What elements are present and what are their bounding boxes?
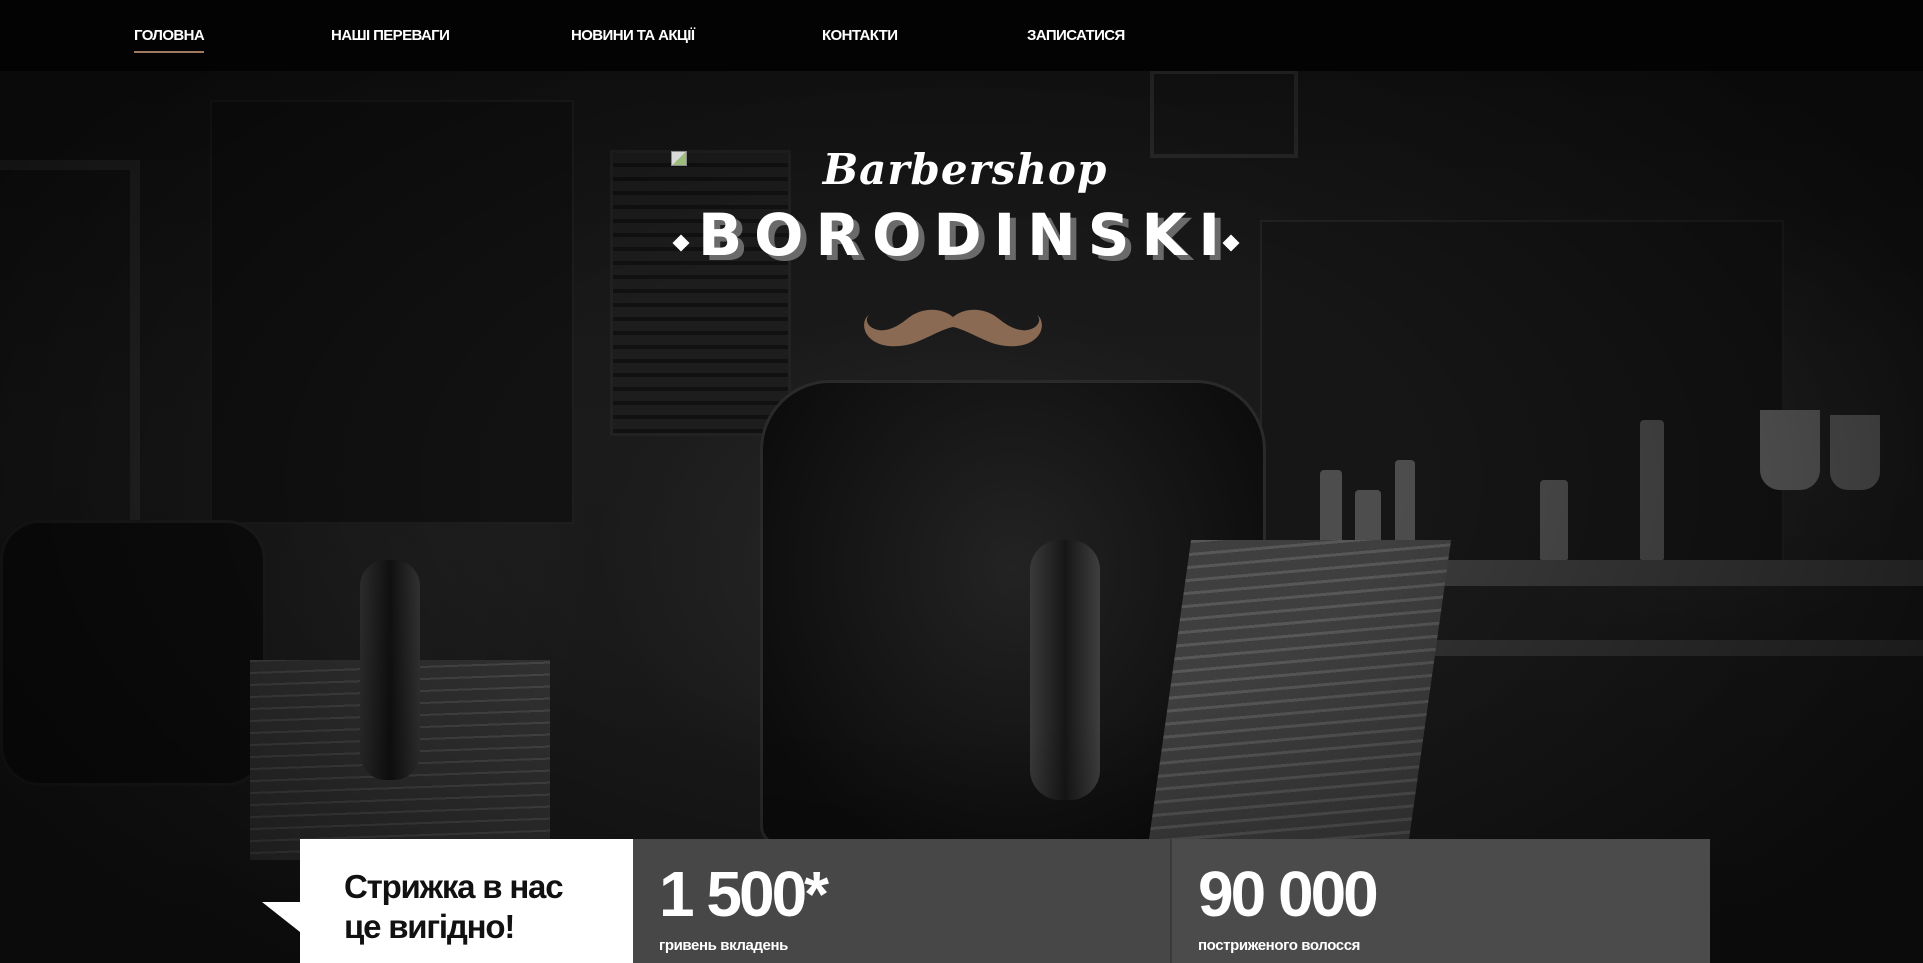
- stat-value: 90 000: [1198, 858, 1379, 930]
- nav-contacts[interactable]: КОНТАКТИ: [822, 27, 898, 44]
- nav-advantages[interactable]: НАШІ ПЕРЕВАГИ: [331, 27, 450, 44]
- nav-signup[interactable]: ЗАПИСАТИСЯ: [1027, 27, 1125, 44]
- logo-script-text: Barbershop: [822, 145, 1108, 194]
- promo-heading: Стрижка в нас це вигідно!: [344, 867, 564, 947]
- barbershop-logo: Barbershop BORODINSKI: [665, 145, 1265, 360]
- landing-page: ГОЛОВНА НАШІ ПЕРЕВАГИ НОВИНИ ТА АКЦІЇ КО…: [0, 0, 1923, 963]
- promo-flag-tail: [262, 902, 300, 932]
- stat-label: постриженого волосся: [1198, 937, 1361, 954]
- mustache-icon: [864, 309, 1042, 347]
- stat-investment: 1 500* гривень вкладень: [633, 839, 1170, 963]
- promo-line-2: це вигідно!: [344, 908, 515, 945]
- stat-hair-cut: 90 000 постриженого волосся: [1170, 839, 1710, 963]
- stat-value: 1 500*: [659, 858, 829, 930]
- logo-main-text: BORODINSKI: [697, 201, 1233, 269]
- promo-card: Стрижка в нас це вигідно!: [300, 839, 634, 963]
- stat-label: гривень вкладень: [659, 937, 788, 954]
- nav-home[interactable]: ГОЛОВНА: [134, 27, 205, 53]
- top-navbar: ГОЛОВНА НАШІ ПЕРЕВАГИ НОВИНИ ТА АКЦІЇ КО…: [0, 0, 1923, 71]
- nav-news[interactable]: НОВИНИ ТА АКЦІЇ: [571, 27, 695, 44]
- promo-line-1: Стрижка в нас: [344, 868, 564, 905]
